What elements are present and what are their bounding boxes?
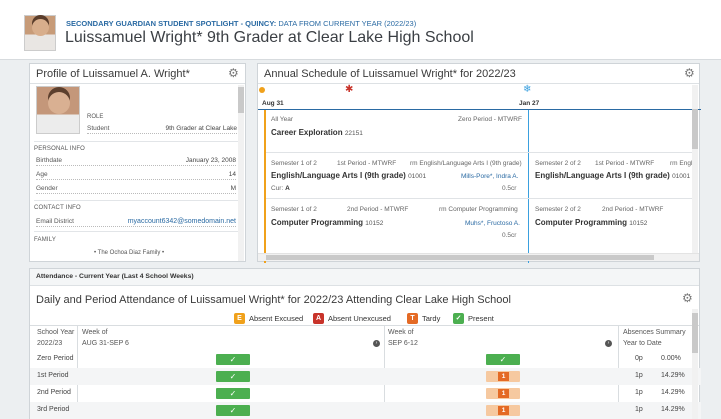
page-header: SECONDARY GUARDIAN STUDENT SPOTLIGHT - Q… [0, 0, 721, 60]
period-label: Zero Period [37, 355, 74, 362]
course-term: Semester 2 of 2 [535, 206, 581, 213]
attendance-section-label: Attendance - Current Year (Last 4 School… [36, 273, 194, 280]
tardy-cell[interactable]: 1 [486, 405, 520, 416]
period-label: 2nd Period [37, 389, 71, 396]
attendance-title: Daily and Period Attendance of Luissamue… [36, 294, 511, 306]
course-period: 1st Period - MTWRF [337, 160, 397, 167]
page-title: Luissamuel Wright* 9th Grader at Clear L… [65, 29, 474, 46]
tardy-icon: T [407, 313, 418, 324]
present-icon[interactable]: ✓ [216, 354, 250, 365]
present-icon[interactable]: ✓ [486, 354, 520, 365]
week2-range: SEP 6-12 [388, 340, 418, 347]
period-label: 3rd Period [37, 406, 70, 413]
course-name[interactable]: English/Language Arts I (9th grade) 0100… [271, 171, 426, 180]
present-icon[interactable]: ✓ [216, 405, 250, 416]
gear-icon[interactable]: ⚙ [682, 291, 693, 305]
gear-icon[interactable]: ⚙ [228, 66, 239, 80]
role-label: ROLE [87, 114, 104, 120]
course-credits: 0.5cr [502, 232, 517, 239]
contact-info-heading: CONTACT INFO [34, 205, 81, 211]
student-photo [36, 86, 80, 134]
absence-percent: 14.29% [661, 372, 685, 379]
personal-info-heading: PERSONAL INFO [34, 146, 86, 152]
teacher-link[interactable]: Mills-Pore*, Indra A. [461, 173, 518, 180]
table-row: Zero Period ✓ ✓ 0p 0.00% [30, 351, 701, 368]
absent-unexcused-icon: A [313, 313, 324, 324]
semester-start-marker-icon [259, 87, 265, 93]
present-icon[interactable]: ✓ [216, 388, 250, 399]
schedule-vscrollbar[interactable] [692, 85, 698, 253]
table-row: 1st Period ✓ 1 1p 14.29% [30, 368, 701, 385]
period-label: 1st Period [37, 372, 69, 379]
course-period: 2nd Period - MTWRF [602, 206, 664, 213]
profile-scrollbar[interactable] [238, 85, 244, 261]
timeline-start-date: Aug 31 [262, 100, 284, 107]
absent-excused-icon: E [234, 313, 245, 324]
week1-range: AUG 31-SEP 6 [82, 340, 129, 347]
course-room: rm Engli [670, 160, 694, 167]
age-row: Age 14 [36, 171, 236, 180]
absence-percent: 14.29% [661, 406, 685, 413]
course-credits: 0.5cr [502, 185, 517, 192]
course-period: 1st Period - MTWRF [595, 160, 655, 167]
course-name[interactable]: English/Language Arts I (9th grade) 0100… [535, 171, 690, 180]
profile-panel: Profile of Luissamuel A. Wright* ⚙ ROLE … [29, 63, 246, 262]
week-of-header: Week of [388, 329, 414, 336]
student-avatar [24, 15, 56, 51]
course-name[interactable]: Computer Programming 10152 [535, 218, 647, 227]
course-period: Zero Period - MTWRF [458, 116, 522, 123]
course-term: All Year [271, 116, 294, 123]
current-grade: Cur: A [271, 185, 290, 192]
present-icon[interactable]: ✓ [216, 371, 250, 382]
table-row: 3rd Period ✓ 1 1p 14.29% [30, 402, 701, 419]
school-year-header: School Year [37, 329, 75, 336]
birthdate-row: Birthdate January 23, 2008 [36, 157, 236, 166]
teacher-link[interactable]: Muhs*, Fructoso A. [465, 220, 520, 227]
family-value: • The Ochoa Diaz Family • [94, 250, 165, 256]
chevron-right-icon[interactable]: › [605, 340, 612, 347]
role-row: Student 9th Grader at Clear Lake [87, 125, 237, 134]
course-term: Semester 1 of 2 [271, 206, 317, 213]
email-row: Email District myaccount6342@somedomain.n… [36, 218, 236, 227]
course-period: 2nd Period - MTWRF [347, 206, 409, 213]
absence-count: 1p [635, 372, 643, 379]
absence-percent: 0.00% [661, 355, 681, 362]
schedule-hscrollbar[interactable] [258, 253, 699, 261]
week-of-header: Week of [82, 329, 108, 336]
email-link[interactable]: myaccount6342@somedomain.net [128, 218, 236, 225]
schedule-title: Annual Schedule of Luissamuel Wright* fo… [264, 68, 516, 80]
tardy-cell[interactable]: 1 [486, 371, 520, 382]
absence-count: 1p [635, 389, 643, 396]
course-room: rm Computer Programming [439, 206, 518, 213]
tardy-cell[interactable]: 1 [486, 388, 520, 399]
absence-count: 1p [635, 406, 643, 413]
present-icon: ✓ [453, 313, 464, 324]
holiday-marker-icon[interactable]: ✱ [345, 85, 353, 95]
course-term: Semester 1 of 2 [271, 160, 317, 167]
schedule-timeline: ✱ ❄ Aug 31 Jan 27 [258, 84, 701, 110]
breadcrumb: SECONDARY GUARDIAN STUDENT SPOTLIGHT - Q… [66, 19, 417, 28]
absence-count: 0p [635, 355, 643, 362]
attendance-panel: Attendance - Current Year (Last 4 School… [29, 268, 701, 419]
year-to-date-header: Year to Date [623, 340, 662, 347]
course-name[interactable]: Computer Programming 10152 [271, 218, 383, 227]
school-year-value: 2022/23 [37, 340, 63, 347]
gender-row: Gender M [36, 185, 236, 194]
profile-title: Profile of Luissamuel A. Wright* [36, 68, 190, 80]
family-heading: FAMILY [34, 237, 57, 243]
chevron-right-icon[interactable]: › [373, 340, 380, 347]
course-term: Semester 2 of 2 [535, 160, 581, 167]
attendance-scrollbar[interactable] [692, 309, 698, 419]
schedule-panel: Annual Schedule of Luissamuel Wright* fo… [257, 63, 701, 263]
timeline-mid-date: Jan 27 [519, 100, 540, 107]
course-room: rm English/Language Arts I (9th grade) [410, 160, 522, 167]
absences-summary-header: Absences Summary [623, 329, 686, 336]
snowflake-icon[interactable]: ❄ [523, 85, 531, 95]
table-row: 2nd Period ✓ 1 1p 14.29% [30, 385, 701, 402]
absence-percent: 14.29% [661, 389, 685, 396]
gear-icon[interactable]: ⚙ [684, 66, 695, 80]
course-name[interactable]: Career Exploration 22151 [271, 128, 363, 137]
